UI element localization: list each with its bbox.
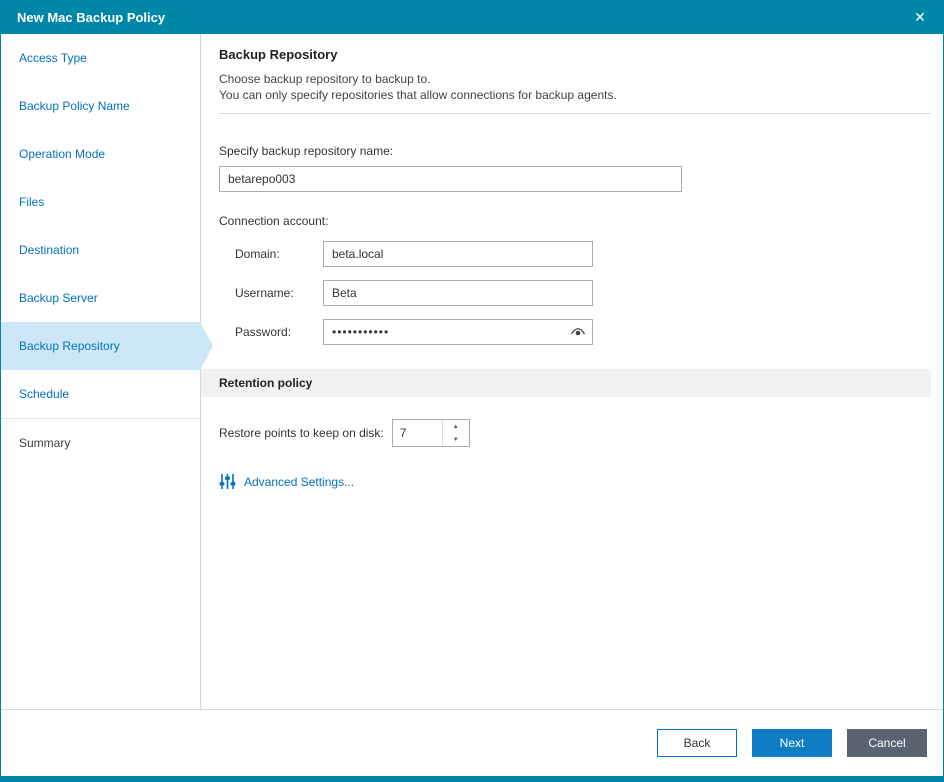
- retention-policy-heading: Retention policy: [219, 376, 313, 390]
- sidebar-item-label: Operation Mode: [19, 147, 106, 161]
- advanced-settings-row: Advanced Settings...: [219, 473, 931, 490]
- repository-name-input[interactable]: [219, 166, 682, 192]
- next-button[interactable]: Next: [752, 729, 832, 757]
- username-row: Username:: [235, 280, 931, 306]
- sidebar-item-summary[interactable]: Summary: [1, 419, 200, 467]
- username-input[interactable]: [323, 280, 593, 306]
- sidebar-item-label: Summary: [19, 436, 71, 450]
- sidebar-item-label: Schedule: [19, 387, 70, 401]
- step-description-line2: You can only specify repositories that a…: [219, 88, 617, 102]
- footer-bar: Back Next Cancel: [1, 709, 943, 776]
- restore-points-stepper: ▲ ▼: [391, 419, 470, 447]
- step-description-line1: Choose backup repository to backup to.: [219, 72, 431, 86]
- sidebar-item-destination[interactable]: Destination: [1, 226, 200, 274]
- advanced-settings-icon: [219, 473, 236, 490]
- domain-label: Domain:: [235, 247, 280, 261]
- close-icon: ✕: [914, 9, 926, 25]
- chevron-down-icon: ▼: [452, 436, 459, 443]
- page-title: Backup Repository: [219, 47, 338, 62]
- window-bottom-border: [1, 776, 943, 781]
- title-bar: New Mac Backup Policy ✕: [1, 1, 943, 34]
- main-area: Access Type Backup Policy Name Operation…: [1, 34, 943, 709]
- window-title: New Mac Backup Policy: [17, 10, 166, 25]
- cancel-button[interactable]: Cancel: [847, 729, 927, 757]
- header-divider: [219, 113, 931, 114]
- sidebar-item-access-type[interactable]: Access Type: [1, 34, 200, 82]
- close-button[interactable]: ✕: [905, 1, 935, 34]
- advanced-settings-link[interactable]: Advanced Settings...: [244, 475, 354, 489]
- sidebar-item-backup-policy-name[interactable]: Backup Policy Name: [1, 82, 200, 130]
- sidebar-item-label: Backup Policy Name: [19, 99, 130, 113]
- sidebar-item-schedule[interactable]: Schedule: [1, 370, 200, 418]
- restore-points-row: Restore points to keep on disk: ▲ ▼: [219, 419, 931, 447]
- reveal-password-icon[interactable]: [569, 325, 587, 339]
- chevron-up-icon: ▲: [452, 423, 459, 430]
- sidebar-item-backup-server[interactable]: Backup Server: [1, 274, 200, 322]
- sidebar-item-operation-mode[interactable]: Operation Mode: [1, 130, 200, 178]
- connection-account-label: Connection account:: [219, 214, 329, 228]
- stepper-down-button[interactable]: ▼: [443, 433, 469, 446]
- sidebar-item-label: Destination: [19, 243, 80, 257]
- restore-points-label: Restore points to keep on disk:: [219, 426, 384, 440]
- sidebar-item-label: Backup Repository: [19, 339, 120, 353]
- password-row: Password:: [235, 319, 931, 345]
- stepper-buttons: ▲ ▼: [441, 420, 469, 446]
- sidebar-item-label: Backup Server: [19, 291, 98, 305]
- sidebar-item-backup-repository[interactable]: Backup Repository: [1, 322, 213, 370]
- restore-points-input[interactable]: [392, 420, 442, 446]
- wizard-steps-sidebar: Access Type Backup Policy Name Operation…: [1, 34, 213, 709]
- sidebar-item-label: Files: [19, 195, 45, 209]
- password-label: Password:: [235, 325, 292, 339]
- back-button[interactable]: Back: [657, 729, 737, 757]
- retention-policy-section-header: Retention policy: [201, 369, 931, 397]
- password-field-wrapper: [323, 319, 593, 345]
- step-content: Backup Repository Choose backup reposito…: [201, 34, 943, 709]
- stepper-up-button[interactable]: ▲: [443, 420, 469, 433]
- username-label: Username:: [235, 286, 294, 300]
- domain-input[interactable]: [323, 241, 593, 267]
- domain-row: Domain:: [235, 241, 931, 267]
- sidebar-item-files[interactable]: Files: [1, 178, 200, 226]
- repository-name-label: Specify backup repository name:: [219, 144, 394, 158]
- password-input[interactable]: [323, 319, 593, 345]
- wizard-window: New Mac Backup Policy ✕ Access Type Back…: [0, 0, 944, 782]
- sidebar-item-label: Access Type: [19, 51, 87, 65]
